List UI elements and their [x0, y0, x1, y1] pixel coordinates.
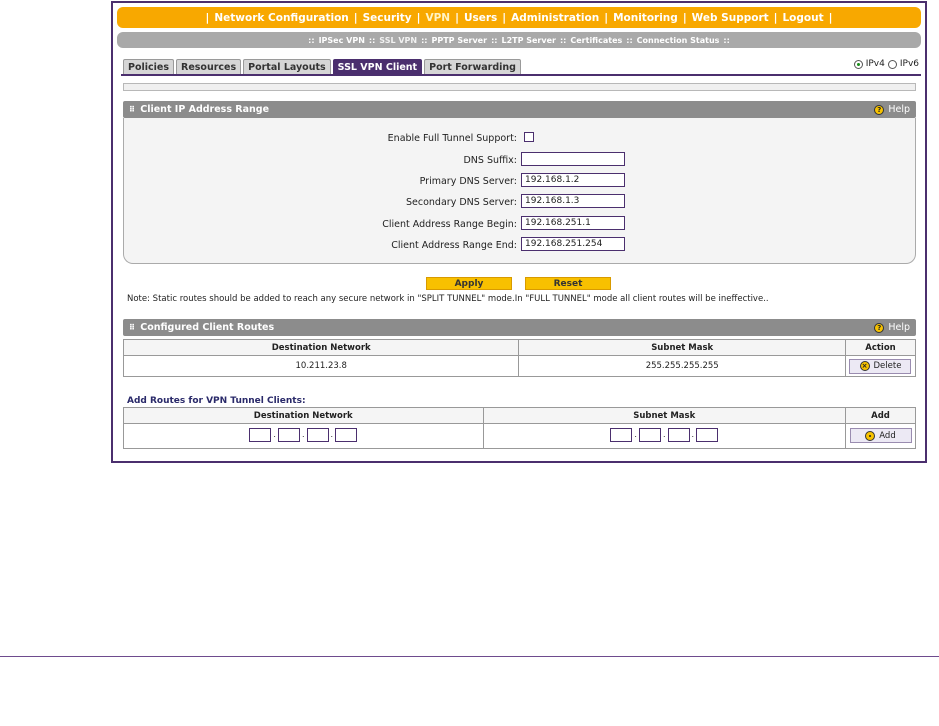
mask-octet-2[interactable]: [638, 427, 661, 442]
delete-route-button[interactable]: × Delete: [849, 358, 912, 374]
status-bar: [123, 83, 916, 91]
subnav-l2tp-server[interactable]: L2TP Server: [501, 36, 556, 45]
subnav-pptp-server[interactable]: PPTP Server: [432, 36, 488, 45]
nav-vpn[interactable]: VPN: [425, 12, 450, 24]
add-routes-table: Destination Network Subnet Mask Add . . …: [123, 407, 916, 449]
add-icon: [865, 430, 876, 441]
help-icon: ?: [874, 322, 885, 333]
client-ip-help[interactable]: ? Help: [874, 104, 910, 115]
col-action: Action: [844, 339, 917, 356]
range-begin-row: Client Address Range Begin: 192.168.251.…: [124, 216, 915, 232]
ipv4-radio[interactable]: [853, 59, 863, 69]
range-begin-label: Client Address Range Begin:: [382, 219, 517, 230]
sub-nav: :: IPSec VPN :: SSL VPN :: PPTP Server :…: [117, 32, 921, 48]
client-ip-section-header: ⠿ Client IP Address Range ? Help: [123, 101, 916, 118]
col-destination-network: Destination Network: [122, 339, 520, 356]
dest-octet-2[interactable]: [277, 427, 300, 442]
range-begin-input[interactable]: 192.168.251.1: [521, 216, 625, 230]
dest-octet-1[interactable]: [249, 427, 272, 442]
primary-dns-input[interactable]: 192.168.1.2: [521, 173, 625, 187]
full-tunnel-checkbox[interactable]: [524, 132, 534, 142]
nav-security[interactable]: Security: [363, 12, 412, 24]
tab-resources[interactable]: Resources: [176, 59, 242, 74]
route-destination: 10.211.23.8: [122, 355, 520, 377]
range-end-label: Client Address Range End:: [391, 240, 517, 251]
full-tunnel-row: Enable Full Tunnel Support:: [124, 130, 915, 146]
mask-octet-4[interactable]: [696, 427, 719, 442]
top-nav: | Network Configuration | Security | VPN…: [117, 7, 921, 28]
table-header-row: Destination Network Subnet Mask Action: [122, 339, 917, 356]
mask-octet-1[interactable]: [610, 427, 633, 442]
reset-button[interactable]: Reset: [525, 277, 611, 290]
nav-monitoring[interactable]: Monitoring: [613, 12, 678, 24]
dest-octet-3[interactable]: [306, 427, 329, 442]
mask-octet-3[interactable]: [667, 427, 690, 442]
nav-web-support[interactable]: Web Support: [692, 12, 769, 24]
dns-suffix-label: DNS Suffix:: [463, 155, 517, 166]
nav-network-configuration[interactable]: Network Configuration: [214, 12, 348, 24]
subnav-connection-status[interactable]: Connection Status: [637, 36, 720, 45]
col-subnet-mask: Subnet Mask: [518, 339, 846, 356]
range-end-input[interactable]: 192.168.251.254: [521, 237, 625, 251]
tab-policies[interactable]: Policies: [123, 59, 174, 74]
grip-icon: ⠿: [129, 105, 136, 114]
tab-portal-layouts[interactable]: Portal Layouts: [243, 59, 331, 74]
table-header-row: Destination Network Subnet Mask Add: [123, 407, 916, 424]
range-end-row: Client Address Range End: 192.168.251.25…: [124, 237, 915, 253]
subnav-ssl-vpn[interactable]: SSL VPN: [379, 36, 417, 45]
primary-dns-label: Primary DNS Server:: [419, 176, 517, 187]
dest-octet-4[interactable]: [335, 427, 358, 442]
ipv4-label: IPv4: [865, 59, 885, 69]
dns-suffix-input[interactable]: [521, 152, 625, 166]
page-footer-rule: [0, 656, 939, 657]
dns-suffix-row: DNS Suffix:: [124, 152, 915, 168]
table-row: 10.211.23.8 255.255.255.255 × Delete: [122, 355, 917, 377]
ipv6-radio[interactable]: [887, 59, 897, 69]
client-routes-table: Destination Network Subnet Mask Action 1…: [122, 339, 917, 377]
secondary-dns-row: Secondary DNS Server: 192.168.1.3: [124, 194, 915, 210]
grip-icon: ⠿: [129, 323, 136, 332]
ip-version-selector: IPv4 IPv6: [853, 59, 919, 69]
table-row: . . . . . . Add: [123, 423, 916, 449]
help-label: Help: [888, 322, 910, 333]
col-destination-network: Destination Network: [123, 407, 484, 424]
delete-icon: ×: [859, 361, 870, 371]
route-subnet-mask: 255.255.255.255: [518, 355, 846, 377]
client-ip-section-title: Client IP Address Range: [140, 104, 270, 115]
secondary-dns-input[interactable]: 192.168.1.3: [521, 194, 625, 208]
client-ip-panel: Enable Full Tunnel Support: DNS Suffix: …: [123, 118, 916, 264]
col-add: Add: [845, 407, 916, 424]
tab-ssl-vpn-client[interactable]: SSL VPN Client: [332, 59, 423, 74]
nav-administration[interactable]: Administration: [511, 12, 599, 24]
routes-section-header: ⠿ Configured Client Routes ? Help: [123, 319, 916, 336]
primary-dns-row: Primary DNS Server: 192.168.1.2: [124, 173, 915, 189]
add-route-button[interactable]: Add: [849, 428, 912, 444]
routes-section-title: Configured Client Routes: [140, 322, 275, 333]
routes-help[interactable]: ? Help: [874, 322, 910, 333]
help-label: Help: [888, 104, 910, 115]
destination-network-input: . . .: [249, 427, 358, 442]
col-subnet-mask: Subnet Mask: [482, 407, 846, 424]
apply-button[interactable]: Apply: [426, 277, 512, 290]
add-label: Add: [879, 430, 896, 441]
ipv6-label: IPv6: [899, 59, 919, 69]
tab-underline: [121, 74, 921, 76]
subnav-ipsec-vpn[interactable]: IPSec VPN: [319, 36, 365, 45]
tab-bar: Policies Resources Portal Layouts SSL VP…: [123, 59, 521, 74]
router-admin-frame: | Network Configuration | Security | VPN…: [111, 1, 927, 463]
subnav-certificates[interactable]: Certificates: [570, 36, 622, 45]
action-buttons: Apply Reset: [113, 277, 925, 291]
nav-users[interactable]: Users: [464, 12, 497, 24]
delete-label: Delete: [873, 361, 902, 371]
split-tunnel-note: Note: Static routes should be added to r…: [127, 294, 769, 304]
tab-port-forwarding[interactable]: Port Forwarding: [424, 59, 521, 74]
add-routes-title: Add Routes for VPN Tunnel Clients:: [127, 396, 306, 406]
help-icon: ?: [874, 104, 885, 115]
subnet-mask-input: . . .: [610, 427, 719, 442]
full-tunnel-label: Enable Full Tunnel Support:: [387, 133, 517, 144]
nav-logout[interactable]: Logout: [782, 12, 823, 24]
secondary-dns-label: Secondary DNS Server:: [406, 197, 517, 208]
